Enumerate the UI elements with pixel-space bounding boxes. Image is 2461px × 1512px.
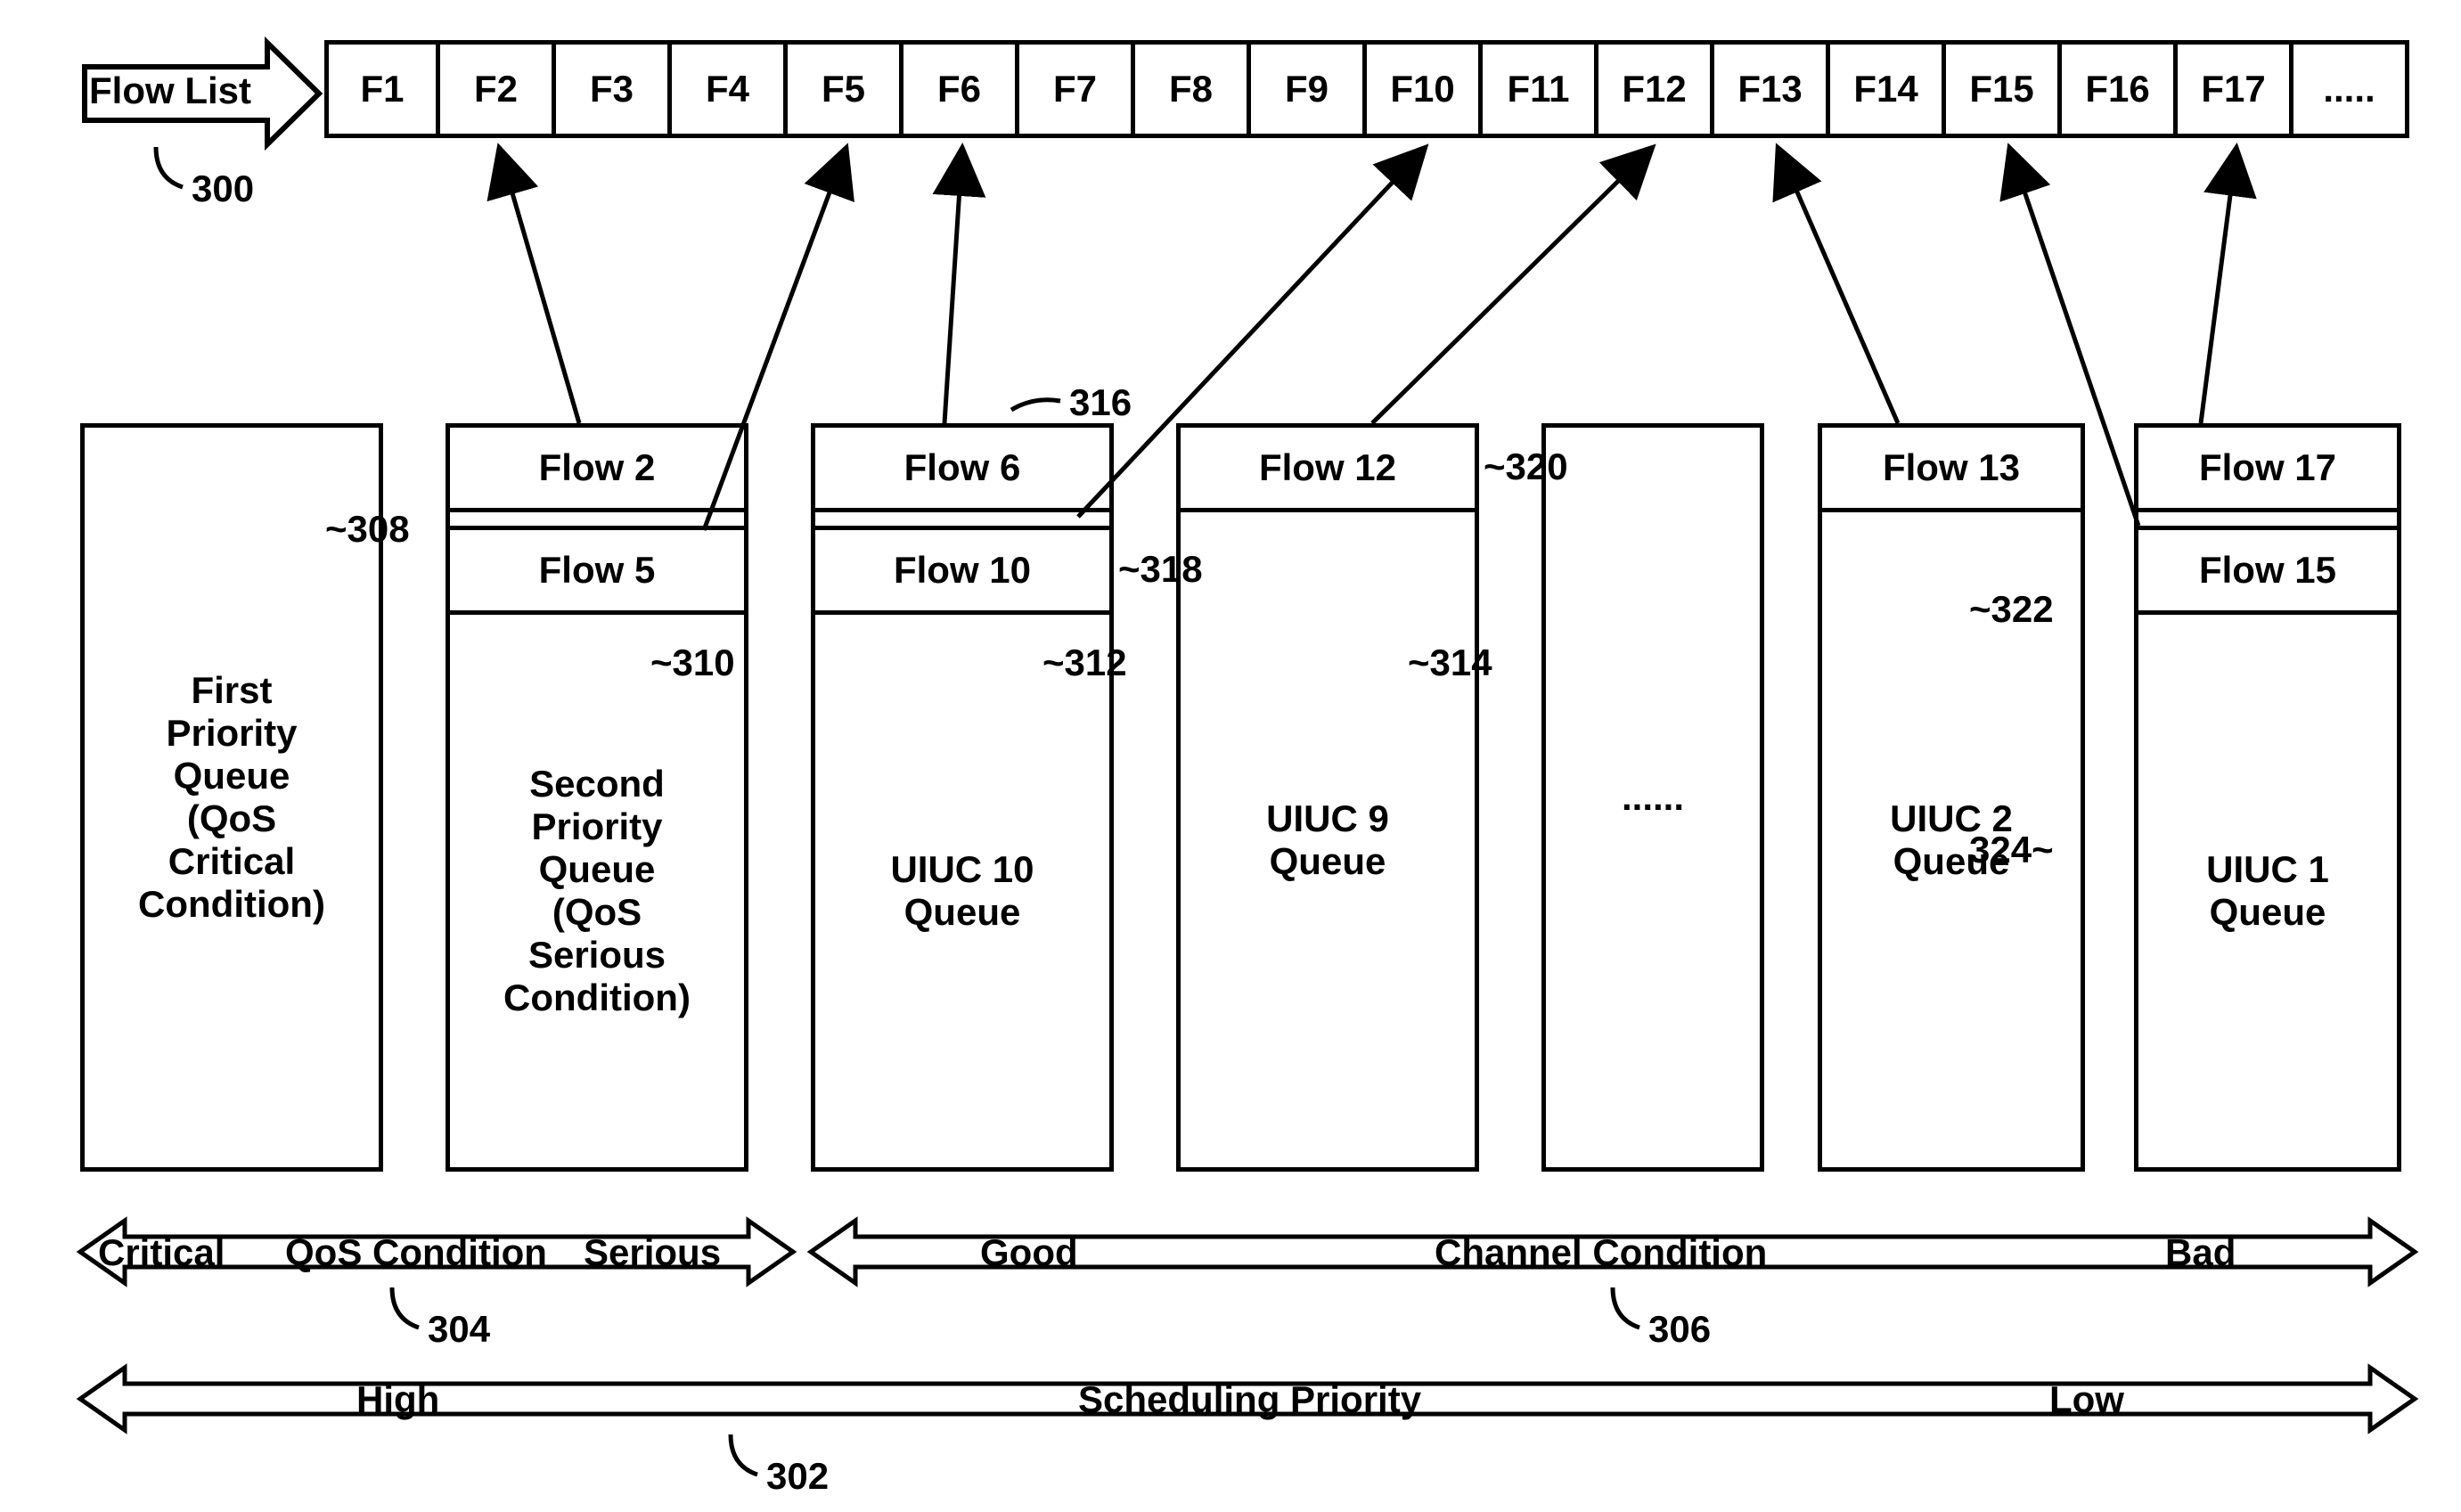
flow-cell: F2 (440, 40, 556, 138)
flow-cell: F9 (1251, 40, 1367, 138)
flow-cell: F17 (2178, 40, 2293, 138)
channel-right: Bad (2165, 1231, 2236, 1274)
ref-302: 302 (766, 1455, 829, 1498)
flow-cell: F8 (1135, 40, 1251, 138)
queue-uiuc-1: Flow 17 Flow 15 UIUC 1 Queue (2134, 423, 2401, 1172)
priority-mid: Scheduling Priority (1078, 1378, 1421, 1421)
flow-cell: F16 (2062, 40, 2178, 138)
flow-cell: F3 (556, 40, 672, 138)
flow-cell: F14 (1830, 40, 1946, 138)
flow-slot: Flow 13 (1822, 428, 2081, 512)
queue-uiuc-2: Flow 13 UIUC 2 Queue (1818, 423, 2085, 1172)
ref-314: ~314 (1408, 642, 1492, 684)
flow-slot-spacer (450, 512, 744, 530)
ref-304: 304 (428, 1308, 490, 1351)
queue-body: UIUC 10 Queue (815, 615, 1109, 1167)
queue-body: Second Priority Queue (QoS Serious Condi… (450, 615, 744, 1167)
priority-right: Low (2049, 1378, 2124, 1421)
flow-cell: F4 (672, 40, 788, 138)
ref-306: 306 (1648, 1308, 1711, 1351)
queue-body: ...... (1546, 428, 1760, 1167)
ref-316: 316 (1069, 381, 1132, 424)
queue-ellipsis: ...... (1541, 423, 1764, 1172)
flow-cell: F11 (1483, 40, 1598, 138)
flow-slot: Flow 10 (815, 530, 1109, 615)
flow-slot: Flow 15 (2138, 530, 2397, 615)
ref-310: ~310 (650, 642, 735, 684)
queue-second-priority: Flow 2 Flow 5 Second Priority Queue (QoS… (446, 423, 748, 1172)
flow-slot: Flow 6 (815, 428, 1109, 512)
flow-cell: F15 (1946, 40, 2062, 138)
flow-cell: F13 (1714, 40, 1830, 138)
flow-cell: F6 (903, 40, 1019, 138)
ref-308: ~308 (325, 508, 410, 551)
channel-left: Good (980, 1231, 1078, 1274)
flow-slot: Flow 2 (450, 428, 744, 512)
ref-322: ~322 (1969, 588, 2054, 631)
flow-cell: F5 (788, 40, 903, 138)
queue-body: UIUC 1 Queue (2138, 615, 2397, 1167)
flow-cell: F7 (1019, 40, 1135, 138)
priority-left: High (356, 1378, 439, 1421)
ref-300: 300 (192, 168, 254, 210)
flow-slot-spacer (815, 512, 1109, 530)
queue-uiuc-9: Flow 12 UIUC 9 Queue (1176, 423, 1479, 1172)
diagram-canvas: Flow List 300 F1 F2 F3 F4 F5 F6 F7 F8 F9… (0, 0, 2461, 1512)
flow-slot: Flow 17 (2138, 428, 2397, 512)
flow-cell: F10 (1367, 40, 1483, 138)
flowlist-label: Flow List (89, 69, 251, 112)
flow-cell: F1 (324, 40, 440, 138)
flow-slot-spacer (2138, 512, 2397, 530)
flow-slot: Flow 5 (450, 530, 744, 615)
ref-312: ~312 (1042, 642, 1127, 684)
channel-mid: Channel Condition (1435, 1231, 1767, 1274)
qos-right: Serious (584, 1231, 721, 1274)
qos-mid: QoS Condition (285, 1231, 547, 1274)
queue-body: UIUC 9 Queue (1181, 512, 1475, 1167)
flow-slot: Flow 12 (1181, 428, 1475, 512)
flow-cell: F12 (1598, 40, 1714, 138)
flow-list-row: F1 F2 F3 F4 F5 F6 F7 F8 F9 F10 F11 F12 F… (324, 40, 2409, 138)
qos-left: Critical (98, 1231, 225, 1274)
queue-uiuc-10: Flow 6 Flow 10 UIUC 10 Queue (811, 423, 1114, 1172)
ref-324: 324~ (1969, 829, 2054, 871)
flow-cell: ..... (2293, 40, 2409, 138)
